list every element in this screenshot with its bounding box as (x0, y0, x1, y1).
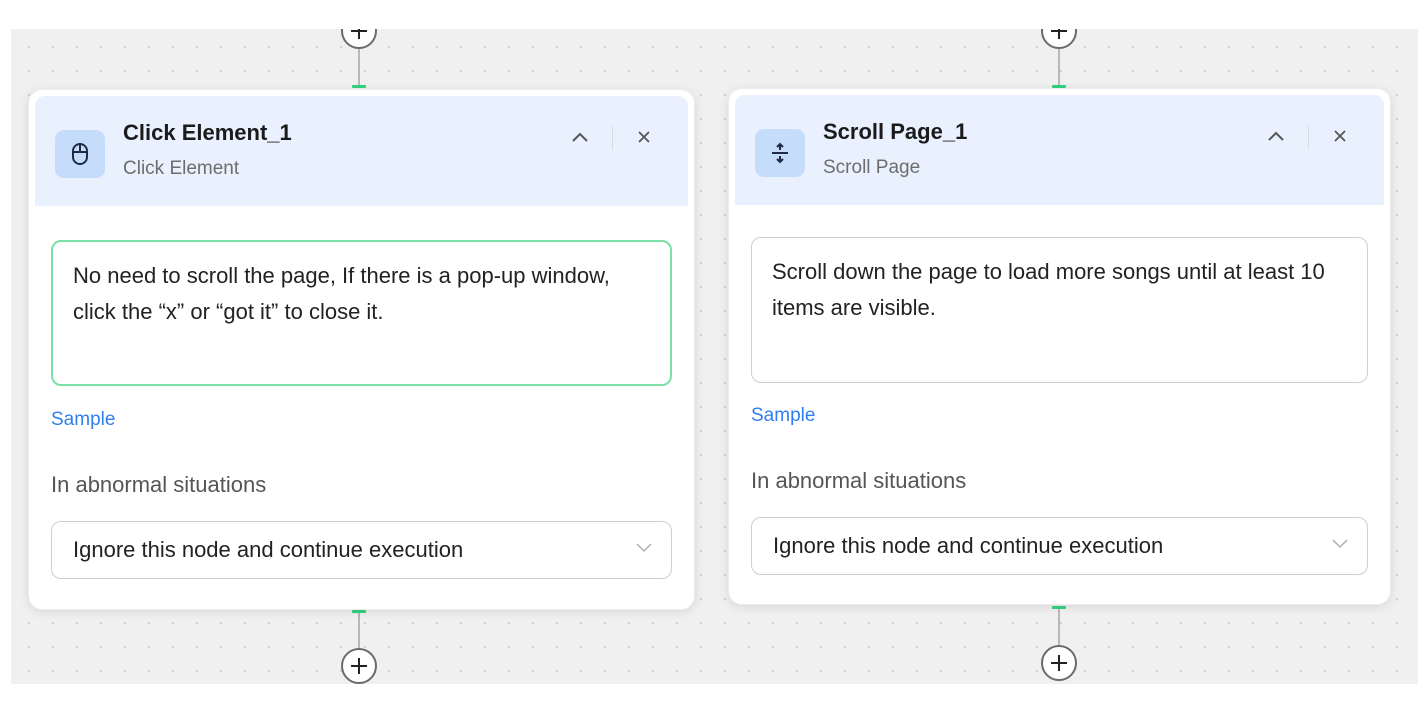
scroll-vertical-icon (772, 142, 788, 164)
chevron-up-icon (572, 132, 588, 142)
node-type-icon (755, 129, 805, 177)
node-title: Click Element_1 (123, 120, 292, 145)
close-icon (1334, 130, 1346, 142)
connector-line (358, 49, 360, 85)
node-card-scroll-page[interactable]: Scroll Page_1 Scroll Page Scroll down th… (728, 88, 1391, 605)
chevron-up-icon (1268, 131, 1284, 141)
mouse-icon (72, 143, 88, 165)
abnormal-situations-label: In abnormal situations (51, 472, 267, 497)
select-value: Ignore this node and continue execution (73, 537, 464, 562)
node-title: Scroll Page_1 (823, 119, 968, 144)
connector-line (1058, 49, 1060, 85)
chevron-down-icon (1332, 539, 1348, 549)
node-header: Click Element_1 Click Element (35, 96, 688, 206)
abnormal-situations-label: In abnormal situations (751, 468, 967, 493)
node-subtitle: Scroll Page (823, 157, 921, 178)
node-header: Scroll Page_1 Scroll Page (735, 95, 1384, 205)
close-icon (638, 131, 650, 143)
workflow-canvas[interactable]: Click Element_1 Click Element No need to… (11, 29, 1418, 684)
connector-line (358, 613, 360, 649)
header-divider (612, 126, 613, 150)
node-type-icon (55, 130, 105, 178)
sample-link[interactable]: Sample (51, 409, 115, 431)
node-card-click-element[interactable]: Click Element_1 Click Element No need to… (28, 89, 695, 610)
header-divider (1308, 125, 1309, 149)
plus-icon (1051, 655, 1067, 671)
sample-link[interactable]: Sample (751, 405, 815, 427)
connector-line (1058, 609, 1060, 647)
add-node-below-button-1[interactable] (341, 648, 377, 684)
collapse-button[interactable] (1261, 121, 1291, 151)
add-node-below-button-2[interactable] (1041, 645, 1077, 681)
node-subtitle: Click Element (123, 158, 240, 179)
close-button[interactable] (629, 122, 659, 152)
chevron-down-icon (636, 543, 652, 553)
abnormal-situation-select[interactable]: Ignore this node and continue execution (751, 517, 1368, 575)
plus-icon (1051, 29, 1067, 39)
collapse-button[interactable] (565, 122, 595, 152)
plus-icon (351, 29, 367, 39)
plus-icon (351, 658, 367, 674)
select-value: Ignore this node and continue execution (773, 533, 1164, 558)
input-port (352, 85, 366, 88)
prompt-textarea[interactable]: No need to scroll the page, If there is … (51, 240, 672, 386)
close-button[interactable] (1325, 121, 1355, 151)
abnormal-situation-select[interactable]: Ignore this node and continue execution (51, 521, 672, 579)
prompt-textarea[interactable]: Scroll down the page to load more songs … (751, 237, 1368, 383)
add-node-above-button-1[interactable] (341, 29, 377, 49)
add-node-above-button-2[interactable] (1041, 29, 1077, 49)
